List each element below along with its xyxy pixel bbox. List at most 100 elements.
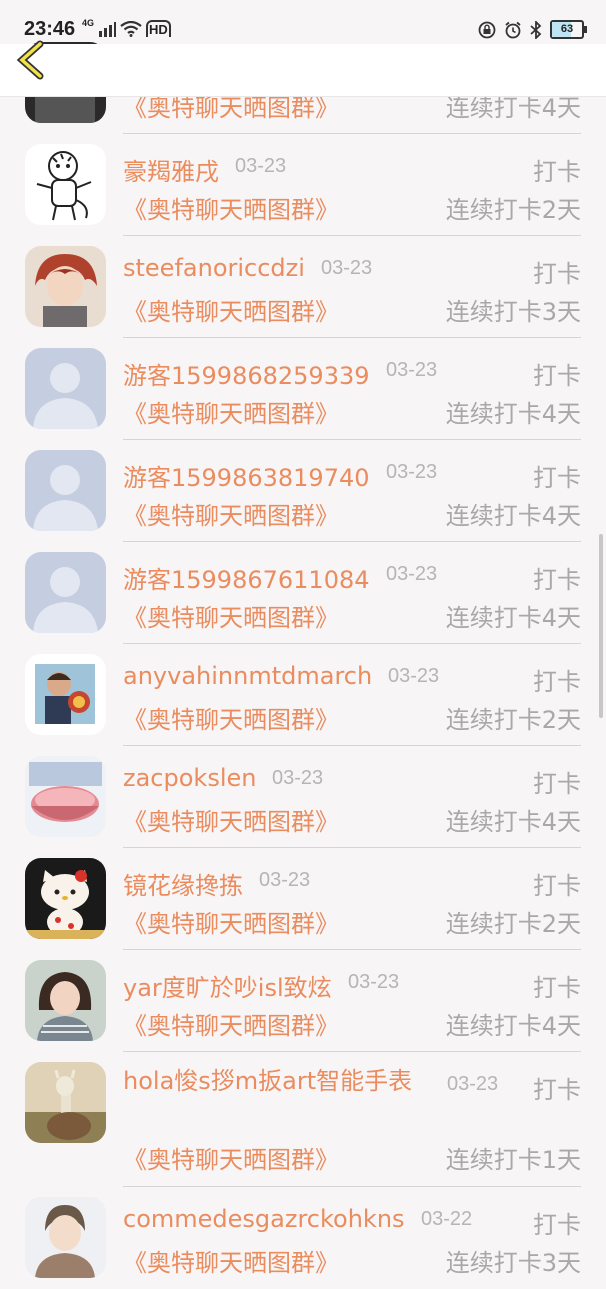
avatar[interactable]	[25, 552, 106, 633]
hd-label: HD	[146, 20, 171, 37]
list-item-content: steefanoriccdzi 03-23 打卡《奥特聊天晒图群》 连续打卡3天	[123, 236, 581, 338]
list-item-content: anyvahinnmtdmarch 03-23 打卡《奥特聊天晒图群》 连续打卡2天	[123, 644, 581, 746]
avatar[interactable]	[25, 960, 106, 1041]
checkin-label: 打卡	[533, 872, 581, 900]
user-name: 镜花缘搀拣	[123, 872, 243, 900]
battery-level-text: 63	[560, 23, 574, 35]
checkin-date: 03-23	[348, 971, 400, 993]
user-name: steefanoriccdzi	[123, 254, 305, 282]
scrollbar[interactable]	[599, 534, 603, 718]
list-item-content: zacpokslen 03-23 打卡《奥特聊天晒图群》 连续打卡4天	[123, 746, 581, 848]
list-item[interactable]: anyvahinnmtdmarch 03-23 打卡《奥特聊天晒图群》 连续打卡2天	[0, 644, 606, 746]
lock-rotation-icon	[478, 21, 496, 38]
avatar[interactable]	[25, 348, 106, 429]
checkin-label: 打卡	[533, 464, 581, 492]
list-item-content: 豪羯雅戌 03-23 打卡 《奥特聊天晒图群》 连续打卡2天	[123, 134, 581, 236]
avatar[interactable]	[25, 654, 106, 735]
list-item[interactable]: 豪羯雅戌 03-23 打卡 《奥特聊天晒图群》 连续打卡2天	[0, 134, 606, 236]
checkin-label: 打卡	[533, 1076, 581, 1104]
streak-label: 连续打卡2天	[445, 910, 581, 938]
checkin-label: 打卡	[533, 260, 581, 288]
avatar[interactable]	[25, 450, 106, 531]
checkin-date: 03-22	[421, 1208, 473, 1230]
checkin-label: 打卡	[533, 1211, 581, 1239]
group-name: 《奥特聊天晒图群》	[123, 502, 339, 530]
user-name: anyvahinnmtdmarch	[123, 662, 373, 690]
streak-label: 连续打卡2天	[445, 706, 581, 734]
back-arrow-icon	[16, 40, 44, 80]
user-name: 游客1599868259339	[123, 362, 370, 390]
list-item[interactable]: yar度旷於吵isl致炫 03-23 打卡《奥特聊天晒图群》 连续打卡4天	[0, 950, 606, 1052]
list-item-content: commedesgazrckohkns 03-22 打卡《奥特聊天晒图群》 连续打卡3…	[123, 1187, 581, 1289]
list-item-content: yar度旷於吵isl致炫 03-23 打卡《奥特聊天晒图群》 连续打卡4天	[123, 950, 581, 1052]
list-item-content: hola悛s拶m扳art智能手表 03-23 打卡《奥特聊天晒图群》 连续打卡1天	[123, 1052, 581, 1187]
checkin-date: 03-23	[272, 767, 324, 789]
streak-label: 连续打卡4天	[445, 808, 581, 836]
group-name: 《奥特聊天晒图群》	[123, 706, 339, 734]
checkin-list[interactable]: 《奥特聊天晒图群》 连续打卡4天 豪羯雅戌 03-23 打卡 《奥特聊天晒图群》 连续打卡…	[0, 42, 606, 1289]
checkin-date: 03-23	[259, 869, 311, 891]
streak-label: 连续打卡3天	[445, 1249, 581, 1277]
checkin-date: 03-23	[386, 359, 438, 381]
group-name: 《奥特聊天晒图群》	[123, 604, 339, 632]
list-item[interactable]: commedesgazrckohkns 03-22 打卡《奥特聊天晒图群》 连续打卡3…	[0, 1187, 606, 1289]
streak-label: 连续打卡1天	[445, 1146, 581, 1174]
checkin-date: 03-23	[447, 1073, 499, 1095]
status-left-icons: 4G HD	[82, 17, 171, 37]
streak-label: 连续打卡2天	[445, 196, 581, 224]
list-item[interactable]: 游客1599868259339 03-23 打卡《奥特聊天晒图群》 连续打卡4天	[0, 338, 606, 440]
checkin-label: 打卡	[533, 158, 581, 186]
checkin-date: 03-23	[321, 257, 373, 279]
list-item-content: 游客1599863819740 03-23 打卡 《奥特聊天晒图群》 连续打卡4天	[123, 440, 581, 542]
checkin-label: 打卡	[533, 362, 581, 390]
battery-icon: 63	[550, 20, 587, 39]
group-name: 《奥特聊天晒图群》	[123, 1012, 339, 1040]
group-name: 《奥特聊天晒图群》	[123, 808, 339, 836]
list-item[interactable]: 镜花缘搀拣 03-23 打卡《奥特聊天晒图群》 连续打卡2天	[0, 848, 606, 950]
alarm-icon	[505, 21, 521, 38]
checkin-label: 打卡	[533, 668, 581, 696]
list-item[interactable]: 游客1599863819740 03-23 打卡 《奥特聊天晒图群》 连续打卡4天	[0, 440, 606, 542]
list-item-content: 游客1599867611084 03-23 打卡 《奥特聊天晒图群》 连续打卡4天	[123, 542, 581, 644]
checkin-label: 打卡	[533, 974, 581, 1002]
list-item-content: 游客1599868259339 03-23 打卡《奥特聊天晒图群》 连续打卡4天	[123, 338, 581, 440]
list-item[interactable]: steefanoriccdzi 03-23 打卡《奥特聊天晒图群》 连续打卡3天	[0, 236, 606, 338]
status-bar: 23:46 4G HD 63	[0, 0, 606, 44]
navigation-bar	[0, 40, 606, 97]
avatar[interactable]	[25, 756, 106, 837]
streak-label: 连续打卡3天	[445, 298, 581, 326]
checkin-date: 03-23	[386, 563, 438, 585]
checkin-date: 03-23	[386, 461, 438, 483]
checkin-date: 03-23	[388, 665, 440, 687]
group-name: 《奥特聊天晒图群》	[123, 1146, 339, 1174]
wifi-icon	[120, 20, 142, 37]
group-name: 《奥特聊天晒图群》	[123, 1249, 339, 1277]
group-name: 《奥特聊天晒图群》	[123, 298, 339, 326]
list-item-content: 镜花缘搀拣 03-23 打卡《奥特聊天晒图群》 连续打卡2天	[123, 848, 581, 950]
user-name: commedesgazrckohkns	[123, 1205, 405, 1233]
checkin-label: 打卡	[533, 566, 581, 594]
avatar[interactable]	[25, 1197, 106, 1278]
list-item[interactable]: hola悛s拶m扳art智能手表 03-23 打卡《奥特聊天晒图群》 连续打卡1天	[0, 1052, 606, 1187]
network-label: 4G	[82, 17, 95, 28]
streak-label: 连续打卡4天	[445, 1012, 581, 1040]
bluetooth-icon	[530, 20, 542, 39]
checkin-label: 打卡	[533, 770, 581, 798]
avatar[interactable]	[25, 144, 106, 225]
user-name: yar度旷於吵isl致炫	[123, 974, 332, 1002]
user-name: hola悛s拶m扳art智能手表	[123, 1067, 413, 1095]
list-item[interactable]: zacpokslen 03-23 打卡《奥特聊天晒图群》 连续打卡4天	[0, 746, 606, 848]
list-item[interactable]: 游客1599867611084 03-23 打卡 《奥特聊天晒图群》 连续打卡4天	[0, 542, 606, 644]
avatar[interactable]	[25, 1062, 106, 1143]
group-name: 《奥特聊天晒图群》	[123, 400, 339, 428]
user-name: 豪羯雅戌	[123, 158, 219, 186]
user-name: zacpokslen	[123, 764, 257, 792]
status-right-icons: 63	[478, 20, 587, 39]
checkin-date: 03-23	[235, 155, 287, 177]
streak-label: 连续打卡4天	[445, 502, 581, 530]
avatar[interactable]	[25, 246, 106, 327]
group-name: 《奥特聊天晒图群》	[123, 910, 339, 938]
streak-label: 连续打卡4天	[445, 400, 581, 428]
back-button[interactable]	[14, 40, 54, 96]
avatar[interactable]	[25, 858, 106, 939]
